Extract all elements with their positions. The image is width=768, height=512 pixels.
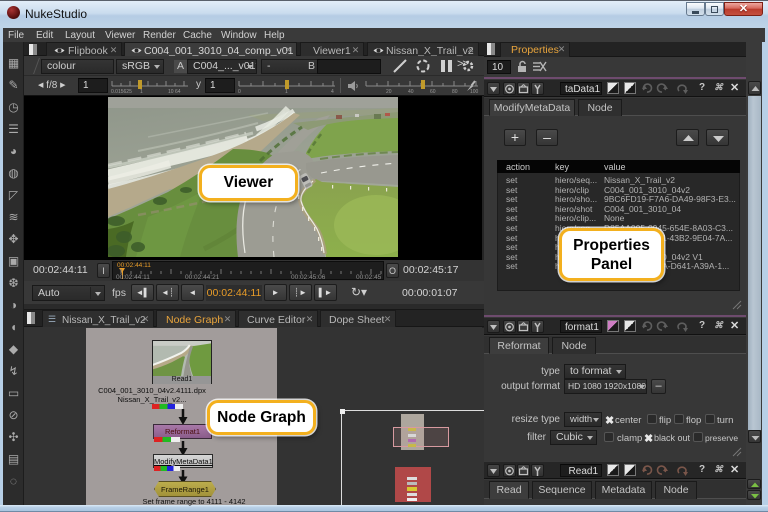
svg-text:1: 1 — [285, 89, 288, 95]
svg-text:40: 40 — [408, 89, 414, 95]
svg-text:10 64: 10 64 — [168, 89, 181, 95]
svg-text:60: 60 — [430, 89, 436, 95]
svg-text:0: 0 — [238, 89, 241, 95]
svg-text:0.015625: 0.015625 — [111, 89, 132, 95]
svg-text:80: 80 — [452, 89, 458, 95]
svg-text:4: 4 — [331, 89, 334, 95]
svg-text:20: 20 — [386, 89, 392, 95]
svg-text:1: 1 — [140, 89, 143, 95]
